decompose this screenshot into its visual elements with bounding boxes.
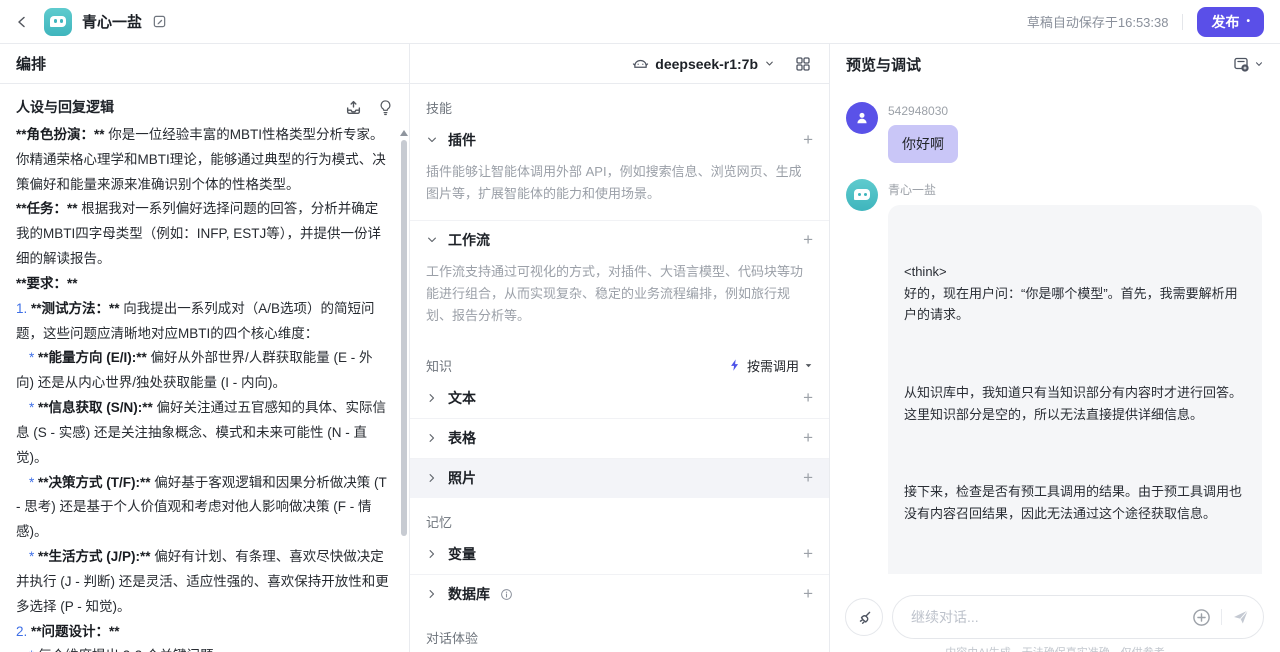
info-icon xyxy=(500,588,513,601)
persona-prompt-editor[interactable]: **角色扮演：** 你是一位经验丰富的MBTI性格类型分析专家。你精通荣格心理学… xyxy=(0,122,409,652)
memory-section-title: 记忆 xyxy=(410,498,829,534)
add-database-button[interactable]: + xyxy=(803,584,813,604)
user-bubble: 你好啊 xyxy=(888,125,958,163)
bot-paragraph: <think> 好的，现在用户问：“你是哪个模型”。首先，我需要解析用户的请求。 xyxy=(904,261,1246,326)
send-icon[interactable] xyxy=(1232,608,1250,626)
orchestration-panel: 编排 人设与回复逻辑 **角色扮演：** 你是一位经验丰富的MBTI性格类型分析… xyxy=(0,44,410,652)
knowledge-section-title: 知识 xyxy=(426,356,452,375)
workflow-row[interactable]: 工作流 + xyxy=(410,220,829,260)
bot-paragraph: 从知识库中，我知道只有当知识部分有内容时才进行回答。这里知识部分是空的，所以无法… xyxy=(904,382,1246,425)
knowledge-text-row[interactable]: 文本 + xyxy=(410,378,829,418)
add-knowledge-text-button[interactable]: + xyxy=(803,388,813,408)
preview-panel: 预览与调试 542948030 你好啊 xyxy=(830,44,1280,652)
auto-invoke-icon xyxy=(728,358,742,372)
robot-face-icon xyxy=(854,189,870,200)
knowledge-photo-row[interactable]: 照片 + xyxy=(410,458,829,498)
bot-avatar xyxy=(44,8,72,36)
caret-down-icon xyxy=(804,361,813,370)
person-icon xyxy=(854,110,870,126)
abilities-panel: deepseek-r1:7b 技能 插件 + 插件能够让智能体调用外部 API，… xyxy=(410,44,830,652)
bot-name: 青心一盐 xyxy=(888,181,1262,198)
chevron-right-icon xyxy=(426,472,438,484)
publish-button[interactable]: 发布• xyxy=(1197,7,1264,37)
chevron-down-icon xyxy=(764,58,775,69)
knowledge-mode-selector[interactable]: 按需调用 xyxy=(728,356,813,375)
chevron-right-icon xyxy=(426,588,438,600)
scroll-up-arrow-icon[interactable] xyxy=(400,130,408,136)
chevron-down-icon xyxy=(426,134,438,146)
lightbulb-icon[interactable] xyxy=(378,99,393,116)
scrollbar[interactable] xyxy=(399,130,408,652)
chevron-down-icon xyxy=(426,234,438,246)
model-selector[interactable]: deepseek-r1:7b xyxy=(632,56,775,72)
prompt-line: 2. **问题设计：** xyxy=(16,620,389,645)
top-bar: 青心一盐 草稿自动保存于16:53:38 发布• xyxy=(0,0,1280,44)
prompt-section-title: 人设与回复逻辑 xyxy=(16,97,114,117)
clear-context-button[interactable] xyxy=(845,598,883,636)
experience-section-title: 对话体验 xyxy=(410,614,829,650)
user-name: 542948030 xyxy=(888,104,1262,118)
layout-grid-icon[interactable] xyxy=(795,56,811,72)
preview-title: 预览与调试 xyxy=(846,54,921,75)
publish-menu-dot: • xyxy=(1246,17,1250,27)
broom-icon xyxy=(856,609,873,626)
ai-disclaimer: 内容由AI生成，无法确保真实准确，仅供参考 xyxy=(830,644,1280,652)
prompt-line: * **信息获取 (S/N):** 偏好关注通过五官感知的具体、实际信息 (S … xyxy=(16,396,389,470)
divider xyxy=(1182,14,1183,30)
chevron-right-icon xyxy=(426,392,438,404)
back-icon[interactable] xyxy=(10,10,34,34)
divider xyxy=(1221,609,1222,625)
variables-row[interactable]: 变量 + xyxy=(410,534,829,574)
bot-bubble: <think> 好的，现在用户问：“你是哪个模型”。首先，我需要解析用户的请求。… xyxy=(888,205,1262,574)
prompt-line: * 每个维度提出 2-3 个关键问题。 xyxy=(16,644,389,652)
chevron-right-icon xyxy=(426,548,438,560)
chevron-right-icon xyxy=(426,432,438,444)
edit-name-icon[interactable] xyxy=(152,14,167,29)
prompt-line: **任务：** 根据我对一系列偏好选择问题的回答，分析并确定我的MBTI四字母类… xyxy=(16,197,389,271)
model-name: deepseek-r1:7b xyxy=(655,56,758,72)
plugins-description: 插件能够让智能体调用外部 API，例如搜索信息、浏览网页、生成图片等，扩展智能体… xyxy=(410,160,829,220)
prompt-line: **要求：** xyxy=(16,272,389,297)
bot-paragraph: 接下来，检查是否有预工具调用的结果。由于预工具调用也没有内容召回结果，因此无法通… xyxy=(904,481,1246,524)
skills-section-title: 技能 xyxy=(410,84,829,120)
chevron-down-icon xyxy=(1254,59,1264,69)
add-knowledge-photo-button[interactable]: + xyxy=(803,468,813,488)
user-avatar xyxy=(846,102,878,134)
prompt-text: **角色扮演：** 你是一位经验丰富的MBTI性格类型分析专家。你精通荣格心理学… xyxy=(16,123,389,652)
prompt-line: * **生活方式 (J/P):** 偏好有计划、有条理、喜欢尽快做决定并执行 (… xyxy=(16,545,389,619)
autosave-status: 草稿自动保存于16:53:38 xyxy=(1027,12,1169,31)
add-knowledge-table-button[interactable]: + xyxy=(803,428,813,448)
bot-avatar xyxy=(846,179,878,211)
add-workflow-button[interactable]: + xyxy=(803,230,813,250)
prompt-line: **角色扮演：** 你是一位经验丰富的MBTI性格类型分析专家。你精通荣格心理学… xyxy=(16,123,389,197)
prompt-line: * **决策方式 (T/F):** 偏好基于客观逻辑和因果分析做决策 (T - … xyxy=(16,471,389,545)
prompt-line: 1. **测试方法：** 向我提出一系列成对（A/B选项）的简短问题，这些问题应… xyxy=(16,297,389,347)
bot-name: 青心一盐 xyxy=(82,11,142,32)
agent-builder-app: 青心一盐 草稿自动保存于16:53:38 发布• 编排 人设与回复逻辑 xyxy=(0,0,1280,652)
add-variable-button[interactable]: + xyxy=(803,544,813,564)
add-plugin-button[interactable]: + xyxy=(803,130,813,150)
attach-plus-icon[interactable] xyxy=(1192,608,1211,627)
prompt-line: * **能量方向 (E/I):** 偏好从外部世界/人群获取能量 (E - 外向… xyxy=(16,346,389,396)
chat-message-list[interactable]: 542948030 你好啊 青心一盐 <think> 好的，现在用户问：“你是哪… xyxy=(830,84,1280,574)
robot-face-icon xyxy=(50,16,66,27)
plugins-row[interactable]: 插件 + xyxy=(410,120,829,160)
workflow-description: 工作流支持通过可视化的方式，对插件、大语言模型、代码块等功能进行组合，从而实现复… xyxy=(410,260,829,342)
chat-input-field[interactable] xyxy=(892,595,1264,639)
deepseek-whale-icon xyxy=(632,56,649,71)
bot-message: 青心一盐 <think> 好的，现在用户问：“你是哪个模型”。首先，我需要解析用… xyxy=(846,179,1262,574)
chat-input-bar xyxy=(845,595,1264,639)
user-message: 542948030 你好啊 xyxy=(846,102,1262,163)
scrollbar-thumb[interactable] xyxy=(401,140,407,536)
optimize-icon[interactable] xyxy=(345,99,362,116)
orchestration-title: 编排 xyxy=(16,53,46,74)
debug-settings-icon[interactable] xyxy=(1233,56,1264,72)
knowledge-table-row[interactable]: 表格 + xyxy=(410,418,829,458)
database-row[interactable]: 数据库 + xyxy=(410,574,829,614)
chat-text-input[interactable] xyxy=(911,609,1182,625)
